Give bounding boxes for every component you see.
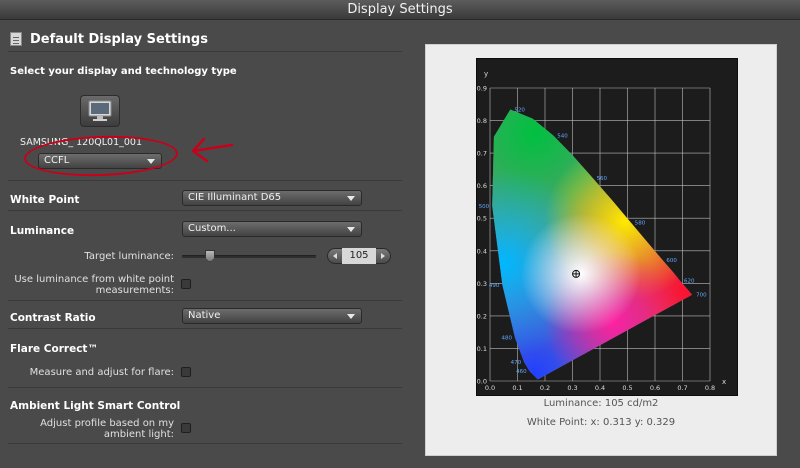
divider: [8, 210, 402, 211]
chevron-down-icon: [347, 314, 355, 319]
measure-flare-checkbox[interactable]: [181, 367, 191, 377]
contrast-ratio-value: Native: [188, 310, 221, 321]
white-point-value: CIE Illuminant D65: [188, 192, 282, 203]
y-tick-label: 0.7: [477, 150, 487, 158]
panel-header: Default Display Settings: [10, 30, 208, 48]
divider: [8, 51, 402, 52]
x-tick-label: 0.8: [705, 384, 715, 392]
y-tick-label: 0.0: [477, 378, 487, 386]
chevron-down-icon: [347, 227, 355, 232]
ambient-adjust-checkbox[interactable]: [181, 423, 191, 433]
x-tick-label: 0.1: [512, 384, 522, 392]
locus-wavelength-label: 580: [635, 220, 646, 226]
divider: [8, 180, 402, 181]
luminance-mode-select[interactable]: Custom...: [182, 221, 362, 237]
target-luminance-slider[interactable]: [182, 255, 316, 258]
x-tick-label: 0.3: [567, 384, 577, 392]
measure-flare-label: Measure and adjust for flare:: [29, 367, 174, 378]
target-luminance-slider-handle[interactable]: [205, 250, 215, 262]
ambient-light-label: Ambient Light Smart Control: [10, 400, 181, 412]
x-axis-label: x: [722, 378, 726, 386]
y-axis-label: y: [484, 70, 488, 78]
stepper-decrease-icon[interactable]: [333, 253, 337, 259]
flare-correct-label: Flare Correct™: [10, 343, 98, 355]
contrast-ratio-label: Contrast Ratio: [10, 312, 96, 324]
locus-wavelength-label: 620: [684, 279, 695, 285]
y-tick-label: 0.2: [477, 312, 487, 320]
target-luminance-label: Target luminance:: [84, 251, 174, 262]
locus-wavelength-label: 490: [489, 283, 500, 289]
y-tick-label: 0.8: [477, 117, 487, 125]
divider: [8, 300, 402, 301]
luminance-label: Luminance: [10, 225, 75, 237]
locus-wavelength-label: 600: [666, 258, 677, 264]
x-tick-label: 0.7: [677, 384, 687, 392]
contrast-ratio-select[interactable]: Native: [182, 308, 362, 324]
divider: [8, 387, 402, 388]
stepper-increase-icon[interactable]: [381, 253, 385, 259]
locus-wavelength-label: 560: [597, 176, 608, 182]
luminance-mode-value: Custom...: [188, 223, 236, 234]
x-tick-label: 0.4: [595, 384, 605, 392]
divider: [8, 443, 402, 444]
locus-wavelength-label: 470: [511, 360, 522, 366]
luminance-from-white-point-checkbox[interactable]: [181, 279, 191, 289]
divider: [8, 328, 402, 329]
y-tick-label: 0.9: [477, 85, 487, 93]
y-tick-label: 0.4: [477, 247, 487, 255]
chart-points: [572, 269, 581, 278]
chevron-down-icon: [347, 196, 355, 201]
panel-title: Default Display Settings: [30, 31, 208, 47]
white-point-select[interactable]: CIE Illuminant D65: [182, 190, 362, 206]
display-type-heading: Select your display and technology type: [10, 66, 237, 77]
x-tick-label: 0.2: [540, 384, 550, 392]
x-tick-label: 0.6: [650, 384, 660, 392]
ambient-adjust-label: Adjust profile based on my ambient light…: [40, 418, 174, 440]
monitor-select-button[interactable]: [80, 95, 120, 127]
monitor-icon: [88, 100, 112, 121]
locus-wavelength-label: 460: [516, 369, 527, 375]
target-luminance-value[interactable]: 105: [342, 248, 376, 264]
luminance-from-white-point-label: Use luminance from white point measureme…: [14, 274, 174, 296]
window-title: Display Settings: [347, 2, 453, 17]
y-tick-label: 0.1: [477, 345, 487, 353]
white-point-label: White Point: [10, 194, 80, 206]
y-tick-label: 0.5: [477, 215, 487, 223]
locus-wavelength-label: 700: [696, 293, 707, 299]
y-tick-label: 0.6: [477, 182, 487, 190]
chromaticity-chart: 0.0 0.1 0.2 0.3 0.4 0.5 0.6 0.7 0.80.00.10.20.30…: [477, 70, 727, 392]
document-icon: [10, 32, 22, 46]
white-point-caption: White Point: x: 0.313 y: 0.329: [526, 417, 676, 428]
locus-wavelength-label: 500: [479, 204, 490, 210]
luminance-caption: Luminance: 105 cd/m2: [543, 398, 659, 409]
y-tick-label: 0.3: [477, 280, 487, 288]
red-annotation-arrow-icon: [191, 137, 234, 163]
window-title-bar: Display Settings: [0, 0, 800, 20]
locus-wavelength-label: 540: [557, 134, 568, 140]
locus-wavelength-label: 520: [514, 107, 525, 113]
locus-wavelength-label: 480: [502, 336, 513, 342]
x-tick-label: 0.5: [622, 384, 632, 392]
